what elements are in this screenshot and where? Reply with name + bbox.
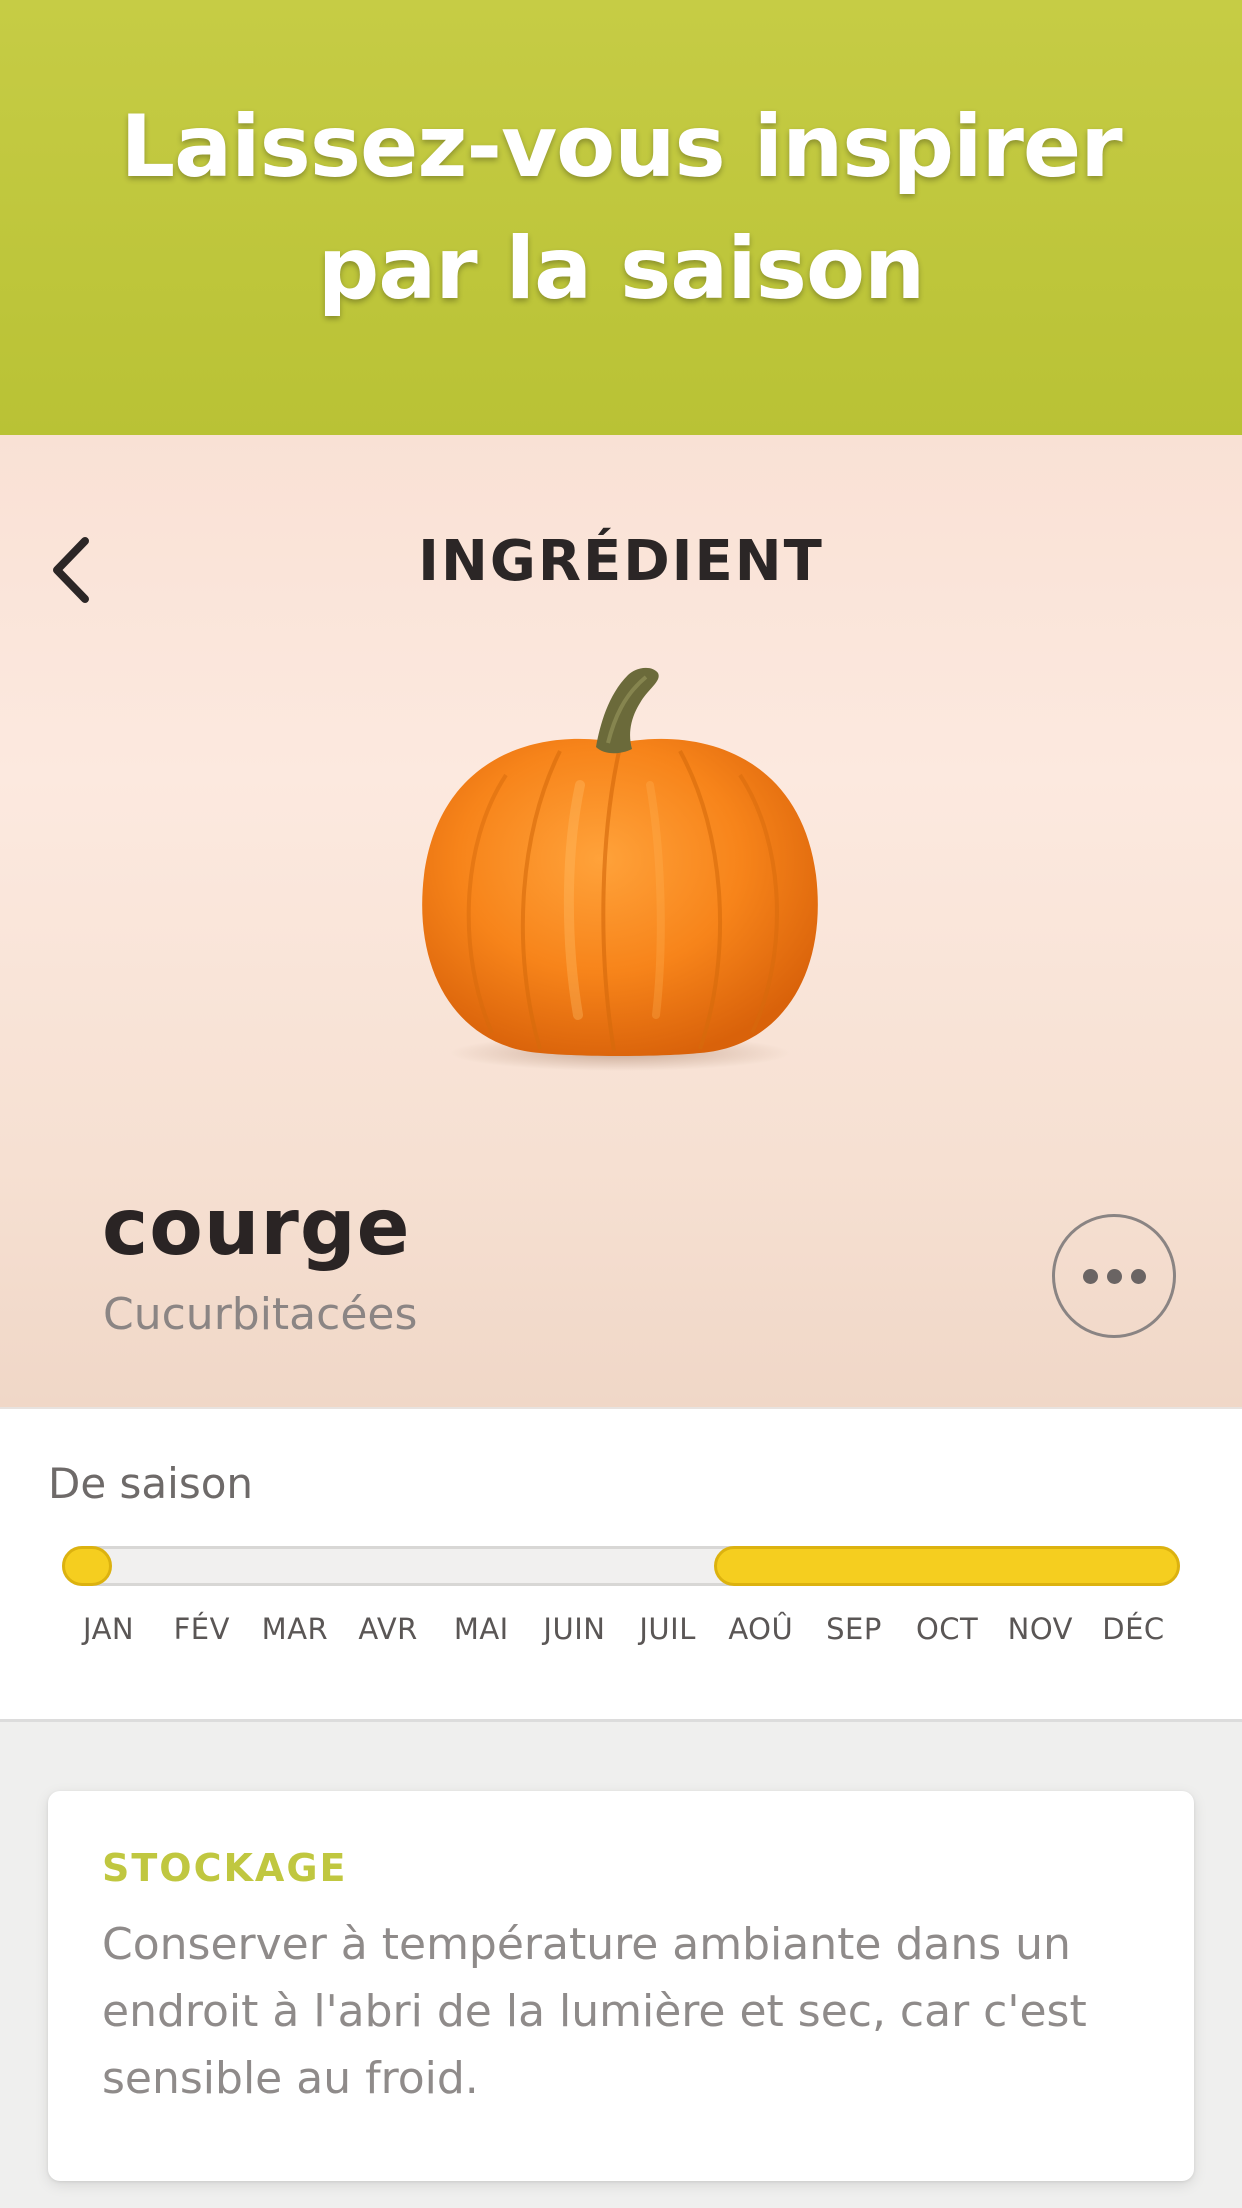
more-horizontal-icon — [1106, 1268, 1122, 1284]
season-fill-segment — [714, 1546, 1180, 1586]
month-label: MAR — [261, 1612, 329, 1646]
storage-title: STOCKAGE — [102, 1846, 348, 1890]
month-label: DÉC — [1102, 1612, 1165, 1646]
month-label: JUIN — [543, 1612, 606, 1646]
month-label: AOÛ — [728, 1612, 794, 1646]
season-fill-segment — [62, 1546, 112, 1586]
month-label: AVR — [358, 1612, 418, 1646]
more-horizontal-icon — [1082, 1268, 1098, 1284]
month-label: FÉV — [173, 1612, 230, 1646]
month-label: NOV — [1007, 1612, 1073, 1646]
storage-card: STOCKAGE Conserver à température ambiant… — [48, 1791, 1194, 2181]
page-title: INGRÉDIENT — [418, 529, 824, 594]
month-label: MAI — [453, 1612, 509, 1646]
ingredient-family: Cucurbitacées — [103, 1289, 418, 1340]
month-labels: JAN FÉV MAR AVR MAI JUIN JUIL AOÛ SEP OC… — [62, 1609, 1180, 1649]
month-label: JAN — [83, 1612, 135, 1646]
month-label: JUIL — [639, 1612, 696, 1646]
month-label: SEP — [826, 1612, 882, 1646]
ingredient-hero: INGRÉDIENT courge Cucurbitacées — [0, 435, 1242, 1407]
season-label: De saison — [48, 1459, 254, 1508]
season-section: De saison JAN FÉV MAR AVR MAI JUIN JUIL … — [0, 1407, 1242, 1722]
month-label: OCT — [915, 1612, 979, 1646]
storage-text: Conserver à température ambiante dans un… — [102, 1919, 1087, 2104]
more-horizontal-icon — [1130, 1268, 1146, 1284]
ingredient-name: courge — [102, 1183, 411, 1273]
banner-title: Laissez-vous inspirer par la saison — [120, 96, 1122, 319]
more-options-button[interactable] — [1052, 1214, 1176, 1338]
pumpkin-image — [422, 667, 818, 1071]
promo-banner: Laissez-vous inspirer par la saison — [0, 0, 1242, 435]
